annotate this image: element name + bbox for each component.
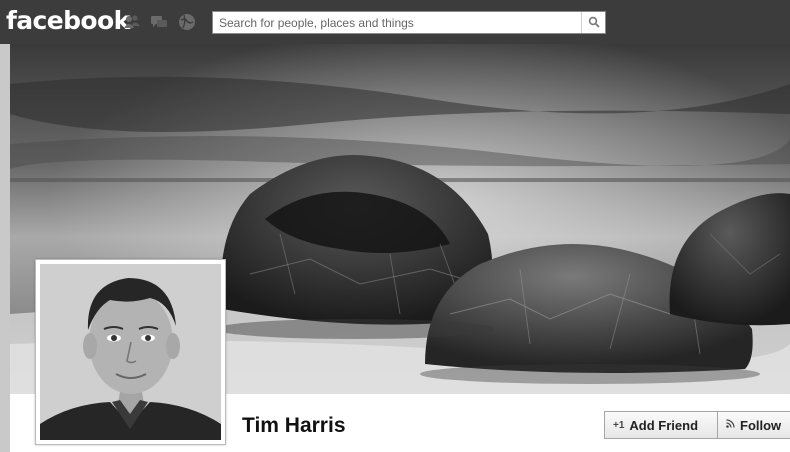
follow-label: Follow — [740, 417, 782, 433]
search-input[interactable] — [213, 12, 583, 33]
profile-picture[interactable] — [35, 259, 226, 445]
follow-button[interactable]: Follow — [718, 412, 790, 438]
profile-actions: +1 Add Friend Follow — [604, 411, 790, 439]
profile-name[interactable]: Tim Harris — [242, 414, 346, 438]
magnifier-icon — [588, 16, 600, 28]
add-friend-label: Add Friend — [629, 417, 699, 433]
rss-icon — [726, 419, 735, 431]
facebook-logo[interactable]: facebook — [6, 6, 130, 35]
search-button[interactable] — [581, 12, 605, 33]
search-box — [212, 11, 606, 34]
add-friend-button[interactable]: +1 Add Friend — [605, 412, 718, 438]
messages-icon[interactable] — [150, 13, 168, 31]
add-friend-icon: +1 — [613, 419, 625, 431]
top-navigation-bar: facebook — [0, 0, 790, 44]
left-page-strip — [0, 44, 10, 452]
notifications-icon[interactable] — [178, 13, 196, 31]
profile-photo — [40, 264, 221, 440]
friend-requests-icon[interactable] — [123, 13, 141, 31]
